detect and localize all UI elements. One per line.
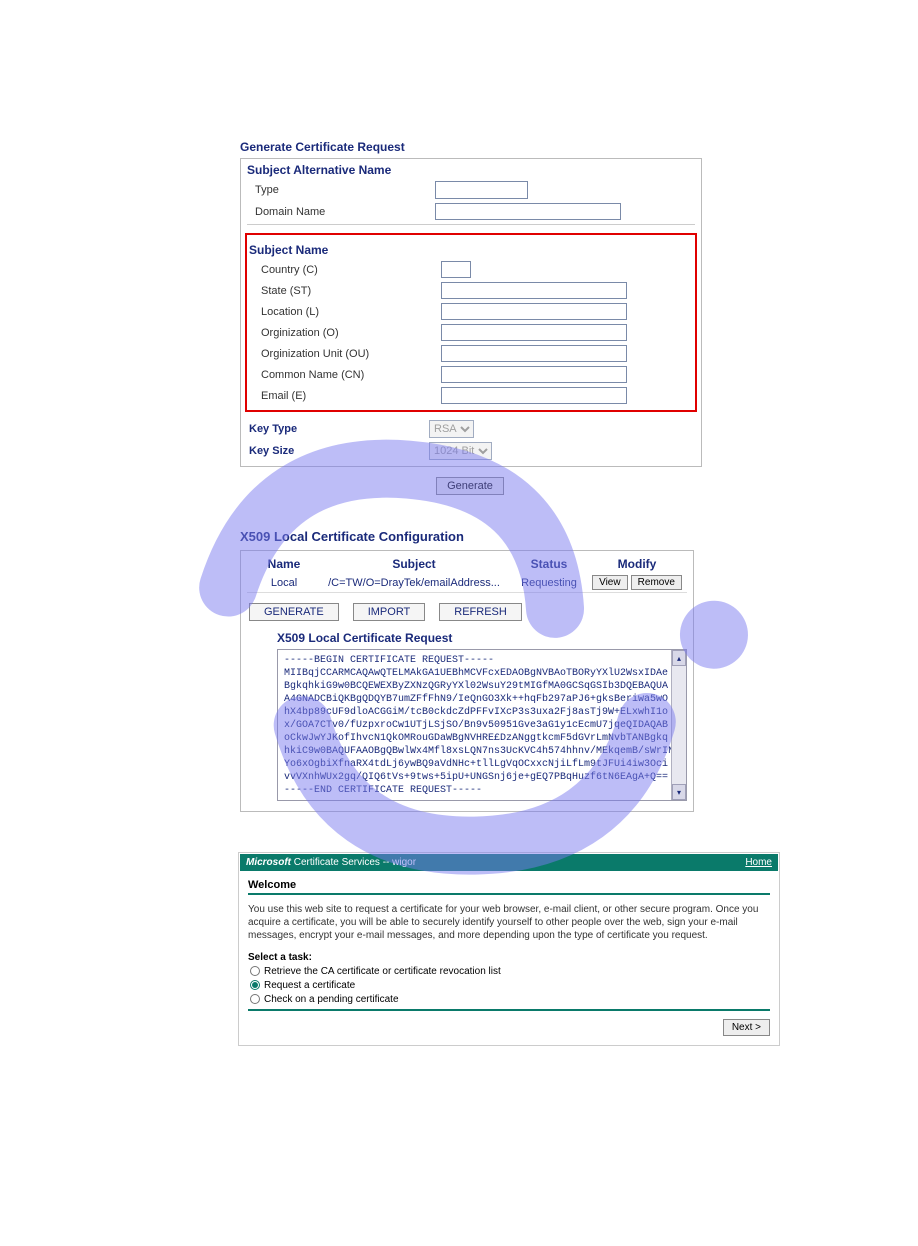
task-retrieve-label: Retrieve the CA certificate or certifica…: [264, 966, 501, 977]
ms-cert-services-panel: Microsoft Certificate Services -- wigor …: [238, 852, 780, 1046]
key-size-select: 1024 Bit: [429, 442, 492, 460]
generate-button[interactable]: Generate: [436, 477, 504, 495]
task-retrieve[interactable]: Retrieve the CA certificate or certifica…: [248, 965, 770, 979]
cert-request-text: -----BEGIN CERTIFICATE REQUEST----- MIIB…: [278, 650, 671, 800]
task-retrieve-radio[interactable]: [250, 966, 260, 976]
subject-name-highlight-box: Subject Name Country (C) State (ST) Loca…: [245, 233, 697, 412]
view-button[interactable]: View: [592, 575, 628, 590]
col-subject-header: Subject: [319, 557, 509, 571]
cn-label: Common Name (CN): [253, 369, 441, 381]
next-button[interactable]: Next >: [723, 1019, 770, 1036]
generate-action-button[interactable]: GENERATE: [249, 603, 339, 621]
x509-request-title: X509 Local Certificate Request: [247, 629, 687, 649]
home-link[interactable]: Home: [745, 857, 772, 868]
orgunit-label: Orginization Unit (OU): [253, 348, 441, 360]
ms-cert-services-header: Microsoft Certificate Services -- wigor …: [240, 854, 778, 871]
scrollbar[interactable]: ▴ ▾: [671, 650, 686, 800]
scroll-up-icon[interactable]: ▴: [672, 650, 686, 666]
x509-table-row: Local /C=TW/O=DrayTek/emailAddress... Re…: [247, 573, 687, 593]
task-request-radio[interactable]: [250, 980, 260, 990]
task-request-label: Request a certificate: [264, 980, 355, 991]
san-domain-input[interactable]: [435, 203, 621, 220]
ms-cert-services-brand: Microsoft Certificate Services -- wigor: [246, 857, 416, 868]
org-input[interactable]: [441, 324, 627, 341]
email-label: Email (E): [253, 390, 441, 402]
scroll-down-icon[interactable]: ▾: [672, 784, 686, 800]
key-type-select: RSA: [429, 420, 474, 438]
cn-input[interactable]: [441, 366, 627, 383]
key-size-label: Key Size: [247, 445, 429, 457]
scroll-track[interactable]: [672, 666, 686, 784]
col-status-header: Status: [509, 557, 589, 571]
location-label: Location (L): [253, 306, 441, 318]
san-type-select[interactable]: Domain Name: [435, 181, 528, 199]
key-type-label: Key Type: [247, 423, 429, 435]
divider: [247, 224, 695, 225]
subject-name-title: Subject Name: [247, 239, 695, 259]
col-name-header: Name: [249, 557, 319, 571]
cert-status: Requesting: [509, 577, 589, 589]
orgunit-input[interactable]: [441, 345, 627, 362]
generate-cert-request-title: Generate Certificate Request: [240, 140, 678, 154]
x509-config-panel: Name Subject Status Modify Local /C=TW/O…: [240, 550, 694, 812]
task-check-label: Check on a pending certificate: [264, 994, 399, 1005]
refresh-action-button[interactable]: REFRESH: [439, 603, 522, 621]
cert-request-box: -----BEGIN CERTIFICATE REQUEST----- MIIB…: [277, 649, 687, 801]
cert-subject: /C=TW/O=DrayTek/emailAddress...: [319, 577, 509, 589]
country-label: Country (C): [253, 264, 441, 276]
task-check-radio[interactable]: [250, 994, 260, 1004]
location-input[interactable]: [441, 303, 627, 320]
san-type-label: Type: [247, 184, 435, 196]
state-label: State (ST): [253, 285, 441, 297]
import-action-button[interactable]: IMPORT: [353, 603, 426, 621]
task-request[interactable]: Request a certificate: [248, 979, 770, 993]
org-label: Orginization (O): [253, 327, 441, 339]
welcome-heading: Welcome: [248, 879, 770, 895]
san-group-title: Subject Alternative Name: [241, 159, 701, 179]
remove-button[interactable]: Remove: [631, 575, 682, 590]
x509-config-title: X509 Local Certificate Configuration: [240, 529, 678, 544]
san-domain-label: Domain Name: [247, 206, 435, 218]
x509-table-header: Name Subject Status Modify: [247, 555, 687, 573]
email-input[interactable]: [441, 387, 627, 404]
col-modify-header: Modify: [589, 557, 685, 571]
welcome-description: You use this web site to request a certi…: [248, 903, 770, 942]
state-input[interactable]: [441, 282, 627, 299]
task-options: Retrieve the CA certificate or certifica…: [248, 965, 770, 1011]
select-task-title: Select a task:: [248, 952, 770, 963]
country-input[interactable]: [441, 261, 471, 278]
task-check[interactable]: Check on a pending certificate: [248, 993, 770, 1007]
generate-cert-request-panel: Subject Alternative Name Type Domain Nam…: [240, 158, 702, 467]
cert-name: Local: [249, 577, 319, 589]
